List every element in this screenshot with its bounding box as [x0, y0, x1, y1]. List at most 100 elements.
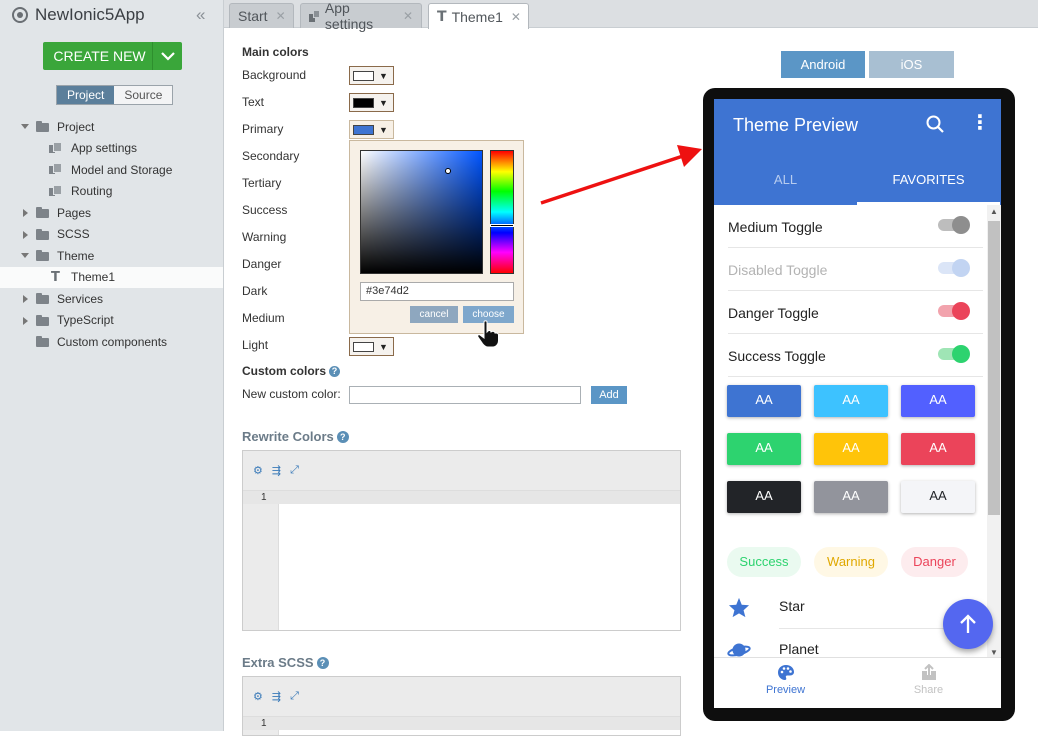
format-indent-icon[interactable]: ⇶: [272, 464, 281, 477]
extra-scss-editor[interactable]: ⚙ ⇶ ⤢ 1: [242, 676, 681, 736]
segment-tab-all[interactable]: ALL: [714, 165, 857, 205]
fullscreen-icon[interactable]: ⤢: [290, 464, 299, 477]
aa-button-success[interactable]: AA: [727, 433, 801, 465]
light-color-swatch[interactable]: ▼: [349, 337, 394, 356]
expand-arrow-icon[interactable]: [21, 253, 29, 258]
scrollbar-thumb[interactable]: [988, 221, 1000, 515]
settings-file-icon: [49, 163, 62, 176]
tree-item-theme[interactable]: Theme: [0, 245, 223, 267]
tree-item-scss[interactable]: SCSS: [0, 224, 223, 246]
format-indent-icon[interactable]: ⇶: [272, 690, 281, 703]
search-icon[interactable]: [926, 115, 944, 133]
color-label-tertiary: Tertiary: [242, 176, 282, 190]
collapse-sidebar-icon[interactable]: «: [196, 5, 206, 25]
background-color-swatch[interactable]: ▼: [349, 66, 394, 85]
folder-icon: [36, 336, 49, 347]
scroll-up-arrow-icon[interactable]: ▲: [990, 207, 998, 216]
tree-item-label: App settings: [71, 141, 138, 156]
tab-start[interactable]: Start ✕: [229, 3, 294, 28]
warning-chip[interactable]: Warning: [814, 547, 888, 577]
add-custom-color-button[interactable]: Add: [591, 386, 627, 404]
expand-arrow-icon[interactable]: [21, 124, 29, 129]
settings-gear-icon[interactable]: ⚙: [253, 690, 263, 703]
rewrite-colors-editor[interactable]: ⚙ ⇶ ⤢ 1: [242, 450, 681, 631]
success-chip[interactable]: Success: [727, 547, 801, 577]
close-icon[interactable]: ✕: [276, 9, 286, 23]
medium-toggle[interactable]: [938, 216, 970, 234]
tree-item-routing[interactable]: Routing: [0, 181, 223, 203]
aa-button-primary[interactable]: AA: [727, 385, 801, 417]
expand-arrow-icon[interactable]: [23, 316, 28, 325]
tree-item-project[interactable]: Project: [0, 116, 223, 138]
saturation-value-area[interactable]: [360, 150, 483, 274]
disabled-toggle: [938, 259, 970, 277]
tree-item-theme1[interactable]: T Theme1: [0, 266, 223, 288]
tree-item-pages[interactable]: Pages: [0, 202, 223, 224]
expand-arrow-icon[interactable]: [23, 230, 28, 239]
help-icon[interactable]: ?: [329, 366, 341, 377]
chevron-down-icon[interactable]: [152, 42, 182, 70]
folder-icon: [36, 314, 49, 326]
hand-cursor-icon: [477, 320, 499, 348]
aa-button-danger[interactable]: AA: [901, 433, 975, 465]
color-chip: [353, 124, 374, 135]
sidebar: NewIonic5App « CREATE NEW Project Source…: [0, 0, 224, 731]
android-platform-button[interactable]: Android: [781, 51, 865, 78]
help-icon[interactable]: ?: [336, 431, 349, 443]
success-toggle[interactable]: [938, 345, 970, 363]
color-label-secondary: Secondary: [242, 149, 300, 163]
app-header: NewIonic5App: [0, 0, 223, 30]
aa-button-tertiary[interactable]: AA: [901, 385, 975, 417]
aa-button-warning[interactable]: AA: [814, 433, 888, 465]
list-item-label: Planet: [779, 641, 819, 657]
hue-slider-handle[interactable]: [490, 224, 514, 227]
aa-button-dark[interactable]: AA: [727, 481, 801, 513]
toggle-label: Danger Toggle: [728, 305, 819, 321]
tab-theme1[interactable]: T Theme1 ✕: [428, 3, 529, 29]
bottom-tab-bar: Preview Share: [714, 657, 1001, 708]
preview-scrollbar[interactable]: ▲ ▼: [987, 205, 1001, 662]
tree-item-services[interactable]: Services: [0, 288, 223, 310]
danger-chip[interactable]: Danger: [901, 547, 968, 577]
theme-t-icon: T: [51, 269, 60, 285]
tab-project[interactable]: Project: [57, 86, 115, 104]
nav-tab-share[interactable]: Share: [857, 663, 1000, 696]
tree-item-model-and-storage[interactable]: Model and Storage: [0, 159, 223, 181]
hex-color-input[interactable]: #3e74d2: [360, 282, 514, 301]
close-icon[interactable]: ✕: [403, 9, 413, 23]
settings-file-icon: [49, 184, 62, 198]
settings-gear-icon[interactable]: ⚙: [253, 464, 263, 477]
close-icon[interactable]: ✕: [511, 10, 521, 24]
aa-button-medium[interactable]: AA: [814, 481, 888, 513]
aa-button-light[interactable]: AA: [901, 481, 975, 513]
expand-arrow-icon[interactable]: [23, 209, 28, 217]
color-selector-handle[interactable]: [445, 168, 451, 174]
new-custom-color-input[interactable]: [349, 386, 581, 404]
scroll-down-arrow-icon[interactable]: ▼: [990, 648, 998, 657]
ios-platform-button[interactable]: iOS: [869, 51, 954, 78]
color-label-primary: Primary: [242, 122, 284, 136]
segment-tab-favorites[interactable]: FAVORITES: [857, 165, 1000, 205]
tree-item-custom-components[interactable]: Custom components: [0, 331, 223, 353]
folder-icon: [36, 293, 49, 304]
fullscreen-icon[interactable]: ⤢: [290, 690, 299, 703]
hue-slider[interactable]: [490, 150, 514, 274]
tree-item-app-settings[interactable]: App settings: [0, 138, 223, 160]
tab-source[interactable]: Source: [114, 86, 173, 104]
folder-icon: [36, 121, 49, 132]
more-vertical-icon[interactable]: ⋮: [970, 113, 990, 133]
tree-item-typescript[interactable]: TypeScript: [0, 310, 223, 332]
create-new-button[interactable]: CREATE NEW: [43, 42, 182, 70]
fab-button[interactable]: [943, 599, 993, 649]
danger-toggle[interactable]: [938, 302, 970, 320]
help-icon[interactable]: ?: [316, 657, 329, 669]
tab-app-settings[interactable]: App settings ✕: [300, 0, 422, 32]
nav-tab-preview[interactable]: Preview: [714, 664, 857, 696]
text-color-swatch[interactable]: ▼: [349, 93, 394, 112]
primary-color-swatch[interactable]: ▼: [349, 120, 394, 139]
toggle-row-danger: Danger Toggle: [728, 291, 983, 334]
aa-button-secondary[interactable]: AA: [814, 385, 888, 417]
folder-icon: [36, 228, 49, 240]
cancel-button[interactable]: cancel: [410, 306, 458, 323]
expand-arrow-icon[interactable]: [23, 295, 28, 303]
